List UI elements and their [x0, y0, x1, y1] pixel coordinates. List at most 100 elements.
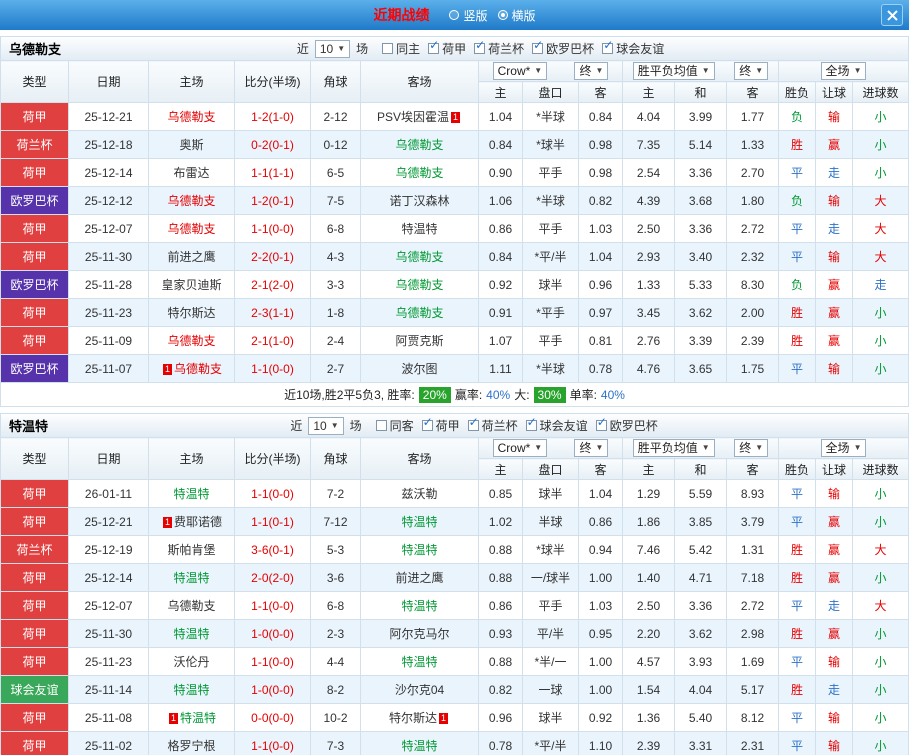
final-avg-select[interactable]: 终▼ [734, 62, 768, 80]
bookmaker-select[interactable]: Crow*▼ [493, 439, 548, 457]
avg-select[interactable]: 胜平负均值▼ [633, 62, 715, 80]
home-team-cell[interactable]: 乌德勒支 [149, 592, 235, 620]
team-link[interactable]: 特温特 [173, 683, 209, 697]
checkbox-checked-icon[interactable]: ✓ [526, 420, 537, 431]
team-link[interactable]: 特温特 [401, 222, 437, 236]
home-team-cell[interactable]: 乌德勒支 [149, 215, 235, 243]
home-team-cell[interactable]: 特温特 [149, 480, 235, 508]
away-team-cell[interactable]: 特温特 [361, 215, 479, 243]
home-team-cell[interactable]: 特温特 [149, 676, 235, 704]
team-link[interactable]: 乌德勒支 [167, 110, 215, 124]
radio-selected-icon[interactable] [498, 10, 508, 20]
team-link[interactable]: 乌德勒支 [395, 306, 443, 320]
away-team-cell[interactable]: 乌德勒支 [361, 299, 479, 327]
checkbox-checked-icon[interactable]: ✓ [422, 420, 433, 431]
team-link[interactable]: 奥斯 [179, 138, 203, 152]
team-link[interactable]: 特温特 [173, 627, 209, 641]
team-link[interactable]: 特温特 [180, 711, 216, 725]
filter-option[interactable]: ✓球会友谊 [602, 40, 664, 57]
away-team-cell[interactable]: 特温特 [361, 592, 479, 620]
away-team-cell[interactable]: 特温特 [361, 648, 479, 676]
filter-option[interactable]: ✓荷兰杯 [474, 40, 524, 57]
team-link[interactable]: 乌德勒支 [395, 278, 443, 292]
home-team-cell[interactable]: 前进之鹰 [149, 243, 235, 271]
checkbox-checked-icon[interactable]: ✓ [602, 43, 613, 54]
away-team-cell[interactable]: 沙尔克04 [361, 676, 479, 704]
filter-option[interactable]: 同主 [382, 40, 420, 57]
away-team-cell[interactable]: 乌德勒支 [361, 159, 479, 187]
home-team-cell[interactable]: 格罗宁根 [149, 732, 235, 755]
home-team-cell[interactable]: 特尔斯达 [149, 299, 235, 327]
fulltime-select[interactable]: 全场▼ [821, 439, 867, 457]
team-link[interactable]: 乌德勒支 [167, 599, 215, 613]
home-team-cell[interactable]: 乌德勒支 [149, 187, 235, 215]
radio-horizontal-layout[interactable]: 横版 [498, 7, 536, 24]
team-link[interactable]: 特温特 [401, 739, 437, 753]
away-team-cell[interactable]: PSV埃因霍温1 [361, 103, 479, 131]
away-team-cell[interactable]: 乌德勒支 [361, 271, 479, 299]
away-team-cell[interactable]: 特温特 [361, 508, 479, 536]
team-link[interactable]: 特温特 [401, 599, 437, 613]
checkbox-unchecked-icon[interactable] [382, 43, 393, 54]
team-link[interactable]: 特温特 [401, 655, 437, 669]
checkbox-checked-icon[interactable]: ✓ [532, 43, 543, 54]
avg-select[interactable]: 胜平负均值▼ [633, 439, 715, 457]
checkbox-checked-icon[interactable]: ✓ [474, 43, 485, 54]
filter-option[interactable]: ✓荷兰杯 [468, 417, 518, 434]
home-team-cell[interactable]: 乌德勒支 [149, 327, 235, 355]
team-link[interactable]: 阿尔克马尔 [389, 627, 449, 641]
home-team-cell[interactable]: 1费耶诺德 [149, 508, 235, 536]
home-team-cell[interactable]: 乌德勒支 [149, 103, 235, 131]
home-team-cell[interactable]: 1特温特 [149, 704, 235, 732]
team-link[interactable]: 前进之鹰 [167, 250, 215, 264]
checkbox-checked-icon[interactable]: ✓ [596, 420, 607, 431]
away-team-cell[interactable]: 乌德勒支 [361, 131, 479, 159]
checkbox-checked-icon[interactable]: ✓ [468, 420, 479, 431]
radio-icon[interactable] [449, 10, 459, 20]
team-link[interactable]: PSV埃因霍温 [377, 110, 449, 124]
away-team-cell[interactable]: 特温特 [361, 536, 479, 564]
team-link[interactable]: 特温特 [401, 515, 437, 529]
checkbox-unchecked-icon[interactable] [376, 420, 387, 431]
team-link[interactable]: 沃伦丹 [173, 655, 209, 669]
filter-option[interactable]: ✓欧罗巴杯 [596, 417, 658, 434]
away-team-cell[interactable]: 阿尔克马尔 [361, 620, 479, 648]
checkbox-checked-icon[interactable]: ✓ [428, 43, 439, 54]
final-odds-select[interactable]: 终▼ [574, 62, 608, 80]
away-team-cell[interactable]: 前进之鹰 [361, 564, 479, 592]
filter-option[interactable]: ✓球会友谊 [526, 417, 588, 434]
team-link[interactable]: 乌德勒支 [395, 166, 443, 180]
team-link[interactable]: 乌德勒支 [174, 362, 222, 376]
home-team-cell[interactable]: 特温特 [149, 620, 235, 648]
away-team-cell[interactable]: 诺丁汉森林 [361, 187, 479, 215]
home-team-cell[interactable]: 1乌德勒支 [149, 355, 235, 383]
home-team-cell[interactable]: 沃伦丹 [149, 648, 235, 676]
bookmaker-select[interactable]: Crow*▼ [493, 62, 548, 80]
away-team-cell[interactable]: 波尔图 [361, 355, 479, 383]
final-avg-select[interactable]: 终▼ [734, 439, 768, 457]
home-team-cell[interactable]: 斯帕肯堡 [149, 536, 235, 564]
team-link[interactable]: 乌德勒支 [167, 334, 215, 348]
home-team-cell[interactable]: 布雷达 [149, 159, 235, 187]
team-link[interactable]: 特温特 [401, 543, 437, 557]
team-link[interactable]: 特尔斯达 [167, 306, 215, 320]
team-link[interactable]: 沙尔克04 [395, 683, 444, 697]
team-link[interactable]: 特温特 [173, 487, 209, 501]
home-team-cell[interactable]: 奥斯 [149, 131, 235, 159]
team-link[interactable]: 特尔斯达 [389, 711, 437, 725]
team-link[interactable]: 斯帕肯堡 [167, 543, 215, 557]
match-count-select[interactable]: 10▼ [315, 40, 350, 58]
away-team-cell[interactable]: 阿贾克斯 [361, 327, 479, 355]
home-team-cell[interactable]: 皇家贝迪斯 [149, 271, 235, 299]
team-link[interactable]: 特温特 [173, 571, 209, 585]
close-button[interactable] [881, 4, 903, 26]
team-link[interactable]: 皇家贝迪斯 [161, 278, 221, 292]
radio-vertical-layout[interactable]: 竖版 [449, 7, 487, 24]
team-link[interactable]: 布雷达 [173, 166, 209, 180]
team-link[interactable]: 乌德勒支 [167, 222, 215, 236]
team-link[interactable]: 阿贾克斯 [395, 334, 443, 348]
team-link[interactable]: 费耶诺德 [174, 515, 222, 529]
filter-option[interactable]: ✓荷甲 [422, 417, 460, 434]
team-link[interactable]: 乌德勒支 [395, 250, 443, 264]
away-team-cell[interactable]: 特尔斯达1 [361, 704, 479, 732]
